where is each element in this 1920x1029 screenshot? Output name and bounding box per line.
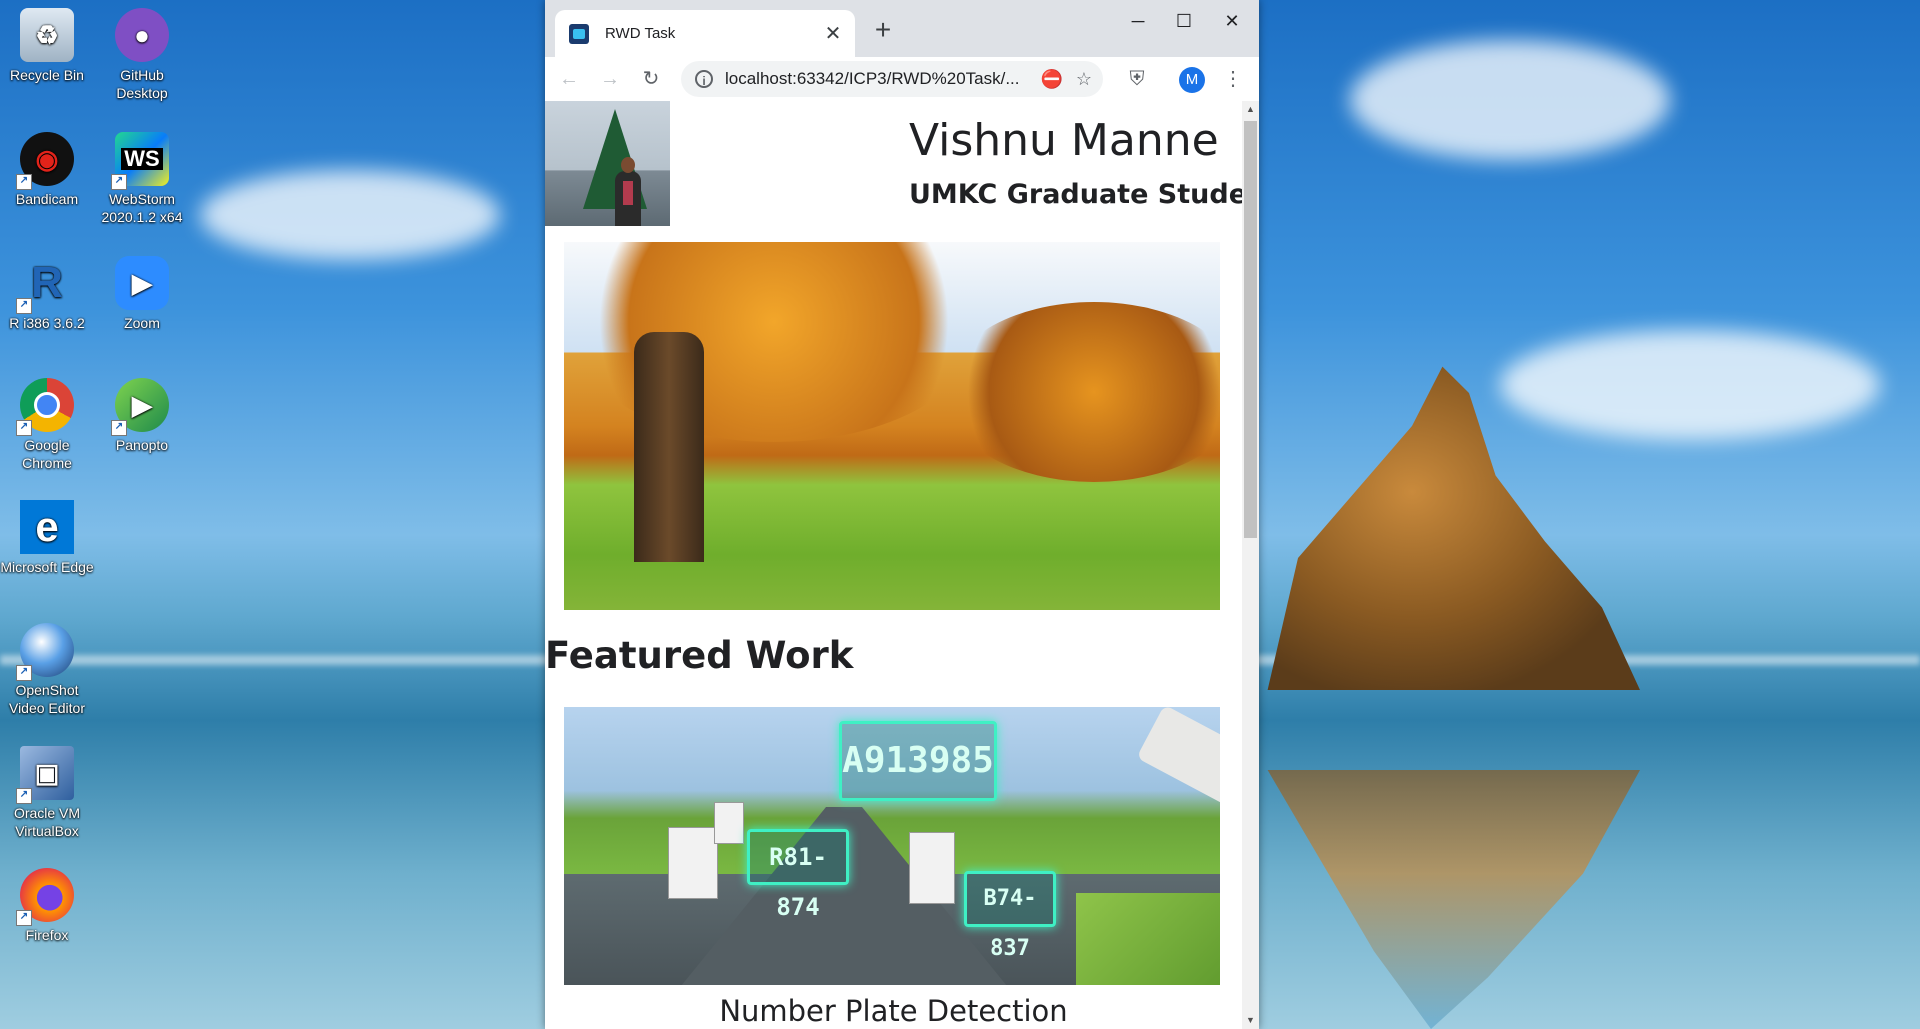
close-tab-icon[interactable]: ✕ (821, 22, 845, 46)
desktop-icon-label: OpenShot Video Editor (8, 682, 85, 716)
vertical-scrollbar[interactable]: ▲ ▼ (1242, 101, 1259, 1029)
github-desktop-icon: ● (115, 8, 169, 62)
desktop-icon-label: WebStorm 2020.1.2 x64 (101, 191, 183, 225)
menu-kebab-icon[interactable]: ⋮ (1219, 65, 1247, 93)
profile-photo (545, 101, 670, 226)
scroll-down-arrow-icon[interactable]: ▼ (1242, 1012, 1259, 1029)
r-icon: R ↗ (16, 256, 74, 314)
desktop-icon-panopto[interactable]: ▶ ↗ Panopto (95, 378, 189, 454)
zoom-icon: ▶ (115, 256, 169, 310)
plate-label: A913985 (839, 721, 997, 801)
desktop-icon-edge[interactable]: e Microsoft Edge (0, 500, 94, 576)
truck (714, 802, 744, 844)
security-camera (1136, 707, 1220, 810)
chrome-icon: ↗ (16, 378, 74, 436)
hero-image-autumn-park (564, 242, 1220, 610)
cloud (1500, 330, 1880, 440)
featured-work-caption: Number Plate Detection (719, 994, 1068, 1028)
foliage (564, 242, 984, 442)
tab-rwd-task[interactable]: RWD Task ✕ (555, 10, 855, 57)
desktop-icon-zoom[interactable]: ▶ Zoom (95, 256, 189, 332)
page-subtitle: UMKC Graduate Student (909, 179, 1242, 210)
edge-icon: e (20, 500, 74, 554)
browser-window: RWD Task ✕ + ─ ☐ ✕ ← → ↻ i localhost:633… (545, 0, 1259, 1029)
cloud (200, 170, 500, 260)
webstorm-favicon-icon (569, 23, 589, 44)
webstorm-icon: WS ↗ (111, 132, 169, 190)
scroll-up-arrow-icon[interactable]: ▲ (1242, 101, 1259, 118)
desktop-icon-firefox[interactable]: ↗ Firefox (0, 868, 94, 944)
cloud (1350, 40, 1670, 160)
blocked-content-icon[interactable]: ⛔ (1039, 66, 1065, 92)
desktop-icon-openshot[interactable]: ↗ OpenShot Video Editor (0, 623, 94, 717)
desktop-icon-recycle-bin[interactable]: ♻ Recycle Bin (0, 8, 94, 84)
desktop-icon-label: Recycle Bin (10, 67, 84, 83)
desktop-icon-bandicam[interactable]: ◉ ↗ Bandicam (0, 132, 94, 208)
tree-trunk (634, 332, 704, 562)
tab-title: RWD Task (605, 25, 676, 42)
bandicam-icon: ◉ ↗ (16, 132, 74, 190)
tab-strip: RWD Task ✕ + ─ ☐ ✕ (545, 0, 1259, 57)
plate-label: R81-874 (747, 829, 849, 921)
recycle-bin-icon: ♻ (20, 8, 74, 62)
desktop-icon-chrome[interactable]: ↗ Google Chrome (0, 378, 94, 472)
maximize-button[interactable]: ☐ (1161, 6, 1207, 36)
bookmark-star-icon[interactable]: ☆ (1071, 66, 1097, 92)
profile-avatar[interactable]: M (1179, 67, 1205, 93)
plate-label: B74-837 (964, 871, 1056, 961)
desktop-icon-virtualbox[interactable]: ▣ ↗ Oracle VM VirtualBox (0, 746, 94, 840)
featured-work-image: A913985 R81-874 B74-837 (564, 707, 1220, 985)
browser-toolbar: ← → ↻ i localhost:63342/ICP3/RWD%20Task/… (545, 57, 1259, 102)
reload-button[interactable]: ↻ (637, 65, 665, 93)
desktop-icon-label: Firefox (25, 927, 69, 943)
minimize-button[interactable]: ─ (1115, 6, 1161, 36)
featured-work-heading: Featured Work (545, 634, 854, 677)
desktop-icon-r[interactable]: R ↗ R i386 3.6.2 (0, 256, 94, 332)
firefox-icon: ↗ (16, 868, 74, 926)
person-image (615, 157, 641, 226)
rock-reflection (1267, 770, 1640, 1029)
desktop-icon-label: R i386 3.6.2 (9, 315, 85, 331)
desktop-icon-github-desktop[interactable]: ● GitHub Desktop (95, 8, 189, 102)
desktop-icon-label: Microsoft Edge (0, 559, 94, 575)
desktop-icon-label: Zoom (124, 315, 160, 331)
truck (668, 827, 718, 899)
desktop-icon-webstorm[interactable]: WS ↗ WebStorm 2020.1.2 x64 (95, 132, 189, 226)
panopto-icon: ▶ ↗ (111, 378, 169, 436)
address-bar[interactable]: i localhost:63342/ICP3/RWD%20Task/... ⛔ … (681, 61, 1103, 97)
extension-shield-icon[interactable]: ⛨ (1123, 65, 1151, 93)
back-button[interactable]: ← (555, 65, 583, 93)
page-title: Vishnu Manne (909, 115, 1219, 166)
forward-button[interactable]: → (596, 65, 624, 93)
desktop-icon-label: Panopto (115, 437, 169, 453)
virtualbox-icon: ▣ ↗ (16, 746, 74, 804)
page-viewport: Vishnu Manne UMKC Graduate Student Featu… (545, 101, 1242, 1029)
desktop-icon-label: Bandicam (15, 191, 79, 207)
openshot-icon: ↗ (16, 623, 74, 681)
truck (909, 832, 955, 904)
desktop-icon-label: Oracle VM VirtualBox (13, 805, 81, 839)
site-info-icon[interactable]: i (695, 70, 713, 88)
foliage (944, 302, 1220, 482)
close-window-button[interactable]: ✕ (1209, 6, 1255, 36)
scroll-thumb[interactable] (1244, 121, 1257, 538)
desktop-icon-label: GitHub Desktop (116, 67, 168, 101)
new-tab-button[interactable]: + (867, 14, 899, 46)
desktop-icon-label: Google Chrome (22, 437, 72, 471)
green-truck (1076, 893, 1220, 985)
url-text[interactable]: localhost:63342/ICP3/RWD%20Task/... (725, 69, 1039, 89)
